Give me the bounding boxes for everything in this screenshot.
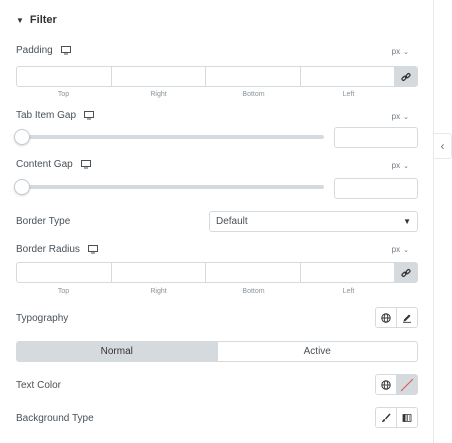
right-rail [434,0,452,443]
tab-item-gap-unit-label: px [391,112,401,121]
style-panel: ▼ Filter Padding px ⌄ Top Right Bottom Le… [0,0,434,443]
gradient-icon [402,413,412,422]
padding-unit-label: px [391,47,401,56]
collapse-panel-button[interactable]: ‹ [434,133,452,159]
content-gap-unit-label: px [391,161,401,170]
link-icon [401,268,411,277]
border-type-label: Border Type [16,216,71,227]
monitor-icon[interactable] [84,111,95,120]
padding-left-input[interactable] [301,67,395,86]
typography-controls [375,307,418,328]
border-radius-field-labels: Top Right Bottom Left [16,288,396,295]
field-label-bottom: Bottom [242,288,265,295]
chevron-down-icon: ⌄ [403,113,409,121]
field-label-right: Right [150,91,167,98]
background-type-controls [375,407,418,428]
chevron-down-icon: ⌄ [403,162,409,170]
border-type-label-row: Border Type [16,216,70,227]
monitor-icon[interactable] [80,160,91,169]
radius-top-input[interactable] [17,263,112,282]
padding-right-input[interactable] [112,67,206,86]
border-type-select[interactable]: Default ▼ [209,211,418,232]
classic-background-button[interactable] [376,408,396,427]
padding-unit-select[interactable]: px ⌄ [392,47,409,56]
brush-icon [382,413,391,422]
content-gap-label: Content Gap [16,159,73,170]
text-color-label-row: Text Color [16,380,61,391]
dropdown-arrow-icon: ▼ [403,217,411,226]
tab-normal[interactable]: Normal [17,342,217,361]
border-radius-label: Border Radius [16,244,80,255]
padding-top-input[interactable] [17,67,112,86]
radius-bottom-input[interactable] [206,263,301,282]
no-color-icon [400,378,414,391]
content-gap-unit-select[interactable]: px ⌄ [392,161,409,170]
background-type-label: Background Type [16,413,94,424]
padding-dimensions [16,66,418,87]
padding-label: Padding [16,45,53,56]
content-gap-slider[interactable] [14,179,324,195]
link-icon [401,72,411,81]
monitor-icon[interactable] [60,46,71,55]
field-label-bottom: Bottom [242,91,265,98]
border-radius-label-row: Border Radius [16,244,98,255]
global-color-button[interactable] [376,375,396,394]
edit-typography-button[interactable] [396,308,417,327]
link-values-button[interactable] [395,263,417,282]
monitor-icon[interactable] [87,245,98,254]
state-tabs: Normal Active [16,341,418,362]
tab-item-gap-label: Tab Item Gap [16,110,77,121]
tab-item-gap-slider[interactable] [14,129,324,145]
field-label-right: Right [150,288,167,295]
field-label-top: Top [57,288,70,295]
section-header[interactable]: ▼ Filter [16,14,57,26]
border-radius-dimensions [16,262,418,283]
background-type-label-row: Background Type [16,413,94,424]
chevron-down-icon: ⌄ [403,246,409,254]
radius-left-input[interactable] [301,263,395,282]
padding-bottom-input[interactable] [206,67,301,86]
field-label-left: Left [342,91,355,98]
text-color-label: Text Color [16,380,62,391]
typography-label: Typography [16,313,69,324]
border-radius-unit-select[interactable]: px ⌄ [392,245,409,254]
chevron-down-icon: ⌄ [403,48,409,56]
slider-handle[interactable] [14,129,30,145]
content-gap-label-row: Content Gap [16,159,91,170]
tab-item-gap-label-row: Tab Item Gap [16,110,95,121]
typography-label-row: Typography [16,313,68,324]
field-label-top: Top [57,91,70,98]
tab-item-gap-input[interactable] [334,127,418,148]
text-color-controls [375,374,418,395]
tab-item-gap-unit-select[interactable]: px ⌄ [392,112,409,121]
pencil-icon [403,314,411,323]
radius-right-input[interactable] [112,263,206,282]
link-values-button[interactable] [395,67,417,86]
field-label-left: Left [342,288,355,295]
border-type-value: Default [216,216,248,227]
tab-active[interactable]: Active [216,342,418,361]
gradient-background-button[interactable] [396,408,417,427]
content-gap-input[interactable] [334,178,418,199]
global-typography-button[interactable] [376,308,396,327]
section-title: Filter [29,14,57,26]
chevron-left-icon: ‹ [440,139,445,153]
globe-icon [381,379,391,390]
slider-handle[interactable] [14,179,30,195]
caret-down-icon: ▼ [16,15,24,25]
border-radius-unit-label: px [391,245,401,254]
text-color-swatch[interactable] [396,375,417,394]
padding-label-row: Padding [16,45,71,56]
padding-field-labels: Top Right Bottom Left [16,91,396,98]
globe-icon [381,312,391,323]
